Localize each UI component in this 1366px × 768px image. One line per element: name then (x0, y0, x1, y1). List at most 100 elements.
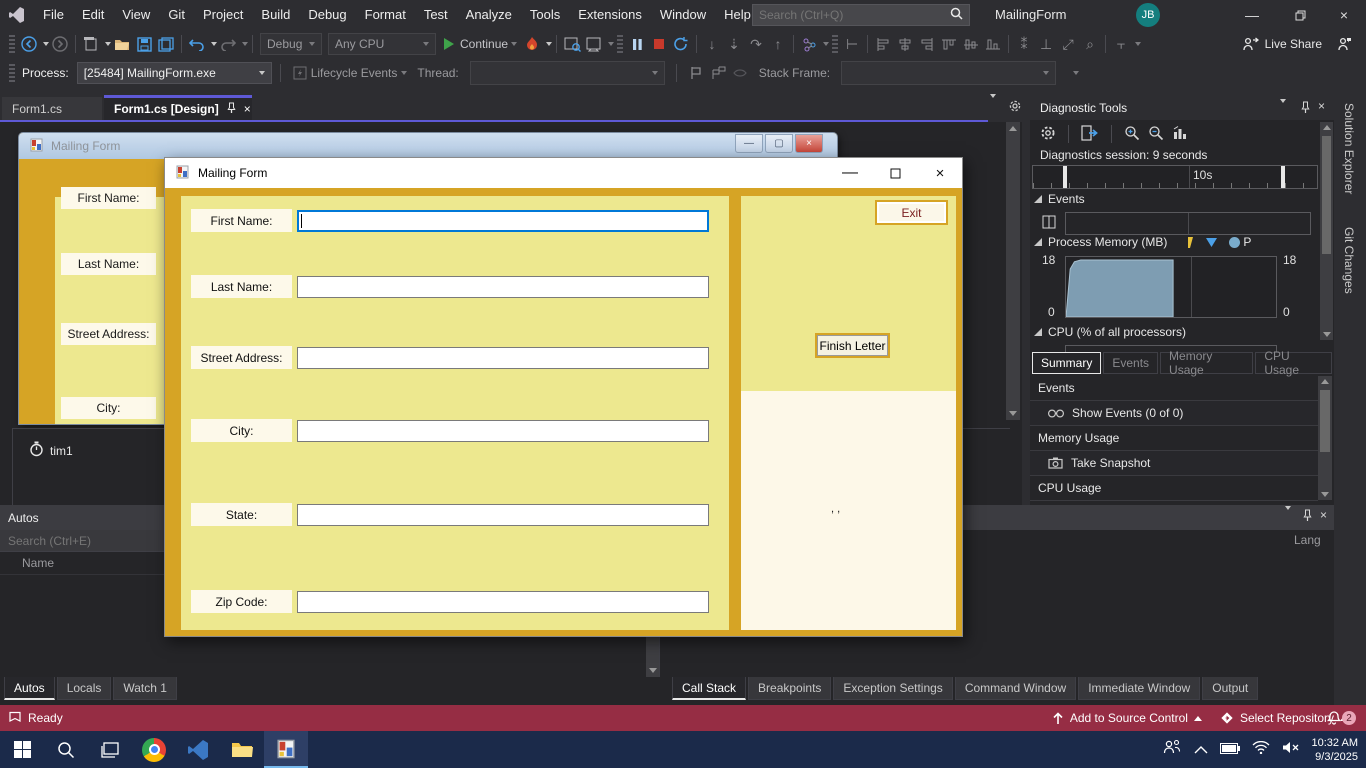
save-all-button[interactable] (155, 32, 177, 56)
battery-icon[interactable] (1220, 741, 1240, 759)
navigate-forward-button[interactable] (49, 32, 71, 56)
save-button[interactable] (133, 32, 155, 56)
mailing-form-app-window[interactable]: Mailing Form — × , , First Name: Last Na… (164, 157, 963, 637)
minimize-button[interactable]: — (1230, 0, 1274, 30)
callstack-language-column-header[interactable]: Lang (1294, 533, 1321, 547)
flag-threads-button[interactable] (685, 61, 707, 85)
notification-count-badge[interactable]: 2 (1342, 711, 1356, 725)
designer-maximize-button[interactable]: ▢ (765, 134, 793, 153)
align-bottoms-button[interactable] (982, 32, 1004, 56)
menu-analyze[interactable]: Analyze (457, 0, 521, 30)
tab-immediate-window[interactable]: Immediate Window (1078, 677, 1200, 700)
tab-cpu-usage[interactable]: CPU Usage (1255, 352, 1332, 374)
app-minimize-button[interactable]: — (830, 158, 870, 188)
stop-debugging-button[interactable] (648, 32, 670, 56)
thread-dropdown[interactable] (470, 61, 665, 85)
tab-exception-settings[interactable]: Exception Settings (833, 677, 952, 700)
menu-extensions[interactable]: Extensions (569, 0, 651, 30)
designer-options-gear-icon[interactable] (1008, 99, 1022, 116)
chrome-icon[interactable] (132, 731, 176, 768)
align-rights-button[interactable] (916, 32, 938, 56)
menu-project[interactable]: Project (194, 0, 252, 30)
process-memory-section-header[interactable]: Process Memory (MB) P (1034, 235, 1251, 249)
step-over-button[interactable]: ⇣ (723, 32, 745, 56)
designer-label-street-address[interactable]: Street Address: (61, 323, 156, 345)
live-share-button[interactable]: Live Share (1242, 36, 1332, 52)
code-map-dropdown[interactable] (823, 42, 829, 46)
city-input[interactable] (297, 420, 709, 442)
tab-memory-usage[interactable]: Memory Usage (1160, 352, 1253, 374)
last-name-input[interactable] (297, 276, 709, 298)
diag-pin-icon[interactable] (1301, 101, 1310, 117)
account-avatar[interactable]: JB (1136, 3, 1160, 27)
taskbar-search-icon[interactable] (44, 731, 88, 768)
diagnostics-scrollbar-lower[interactable] (1318, 376, 1332, 500)
app-maximize-button[interactable] (875, 158, 915, 188)
show-next-statement-button[interactable]: ↑ (767, 32, 789, 56)
menu-tools[interactable]: Tools (521, 0, 569, 30)
designer-label-first-name[interactable]: First Name: (61, 187, 156, 209)
diag-settings-gear-icon[interactable] (1040, 125, 1056, 144)
show-events-link[interactable]: Show Events (0 of 0) (1030, 401, 1318, 426)
diag-zoom-in-icon[interactable] (1124, 125, 1140, 144)
search-icon[interactable] (950, 7, 969, 23)
toolbar-overflow-button[interactable] (1065, 61, 1087, 85)
navigate-back-button[interactable] (18, 32, 40, 56)
tab-locals[interactable]: Locals (57, 677, 112, 700)
menu-build[interactable]: Build (252, 0, 299, 30)
tab-output[interactable]: Output (1202, 677, 1258, 700)
taskbar-clock[interactable]: 10:32 AM 9/3/2025 (1312, 736, 1358, 764)
designer-form-titlebar[interactable]: Mailing Form — ▢ × (19, 133, 837, 159)
flag-group-button[interactable] (707, 61, 729, 85)
menu-view[interactable]: View (113, 0, 159, 30)
menu-format[interactable]: Format (356, 0, 415, 30)
quick-search[interactable] (752, 4, 970, 26)
diag-dropdown-icon[interactable] (1280, 103, 1286, 117)
process-dropdown[interactable]: [25484] MailingForm.exe (77, 62, 272, 84)
take-snapshot-link[interactable]: Take Snapshot (1030, 451, 1318, 476)
wifi-icon[interactable] (1252, 741, 1270, 759)
menu-window[interactable]: Window (651, 0, 715, 30)
continue-button[interactable]: Continue (439, 37, 521, 51)
zoom-tool-button[interactable]: ⌕ (1079, 32, 1101, 56)
make-same-width-button[interactable]: ⤢ (1057, 32, 1079, 56)
street-address-input[interactable] (297, 347, 709, 369)
horizontal-spacing-button[interactable]: ⫟ (1110, 32, 1132, 56)
volume-muted-icon[interactable] (1282, 741, 1300, 759)
undo-button[interactable] (186, 32, 208, 56)
hot-reload-button[interactable] (521, 32, 543, 56)
menu-git[interactable]: Git (159, 0, 194, 30)
designer-scrollbar[interactable] (1006, 122, 1020, 420)
designer-label-last-name[interactable]: Last Name: (61, 253, 156, 275)
menu-file[interactable]: File (34, 0, 73, 30)
designer-minimize-button[interactable]: — (735, 134, 763, 153)
rail-tab-git-changes[interactable]: Git Changes (1342, 227, 1356, 294)
timer-component[interactable]: tim1 (29, 441, 73, 460)
toolbar-grip[interactable] (9, 35, 15, 53)
designer-close-button[interactable]: × (795, 134, 823, 153)
notifications-bell-icon[interactable] (1326, 710, 1342, 729)
tab-call-stack[interactable]: Call Stack (672, 677, 746, 700)
restore-button[interactable] (1278, 0, 1322, 30)
solution-configuration-dropdown[interactable]: Debug (260, 33, 322, 55)
first-name-input[interactable] (297, 210, 709, 232)
close-tab-icon[interactable]: × (244, 102, 251, 116)
menu-debug[interactable]: Debug (299, 0, 355, 30)
menu-edit[interactable]: Edit (73, 0, 113, 30)
stack-frame-dropdown[interactable] (841, 61, 1056, 85)
format-pointer-button[interactable]: ⊢ (841, 32, 863, 56)
tab-events[interactable]: Events (1103, 352, 1158, 374)
align-tops-button[interactable] (938, 32, 960, 56)
tab-form1-cs-design[interactable]: Form1.cs [Design] × (104, 95, 252, 120)
exit-button[interactable]: Exit (875, 200, 948, 225)
open-file-button[interactable] (111, 32, 133, 56)
step-into-button[interactable]: ↓ (701, 32, 723, 56)
redo-button[interactable] (217, 32, 239, 56)
search-input[interactable] (753, 8, 950, 22)
pin-icon[interactable] (227, 102, 236, 117)
window-layout-button[interactable] (583, 32, 605, 56)
start-button[interactable] (0, 731, 44, 768)
dock-dropdown-icon[interactable] (1285, 510, 1291, 524)
restart-button[interactable] (670, 32, 692, 56)
task-view-icon[interactable] (88, 731, 132, 768)
